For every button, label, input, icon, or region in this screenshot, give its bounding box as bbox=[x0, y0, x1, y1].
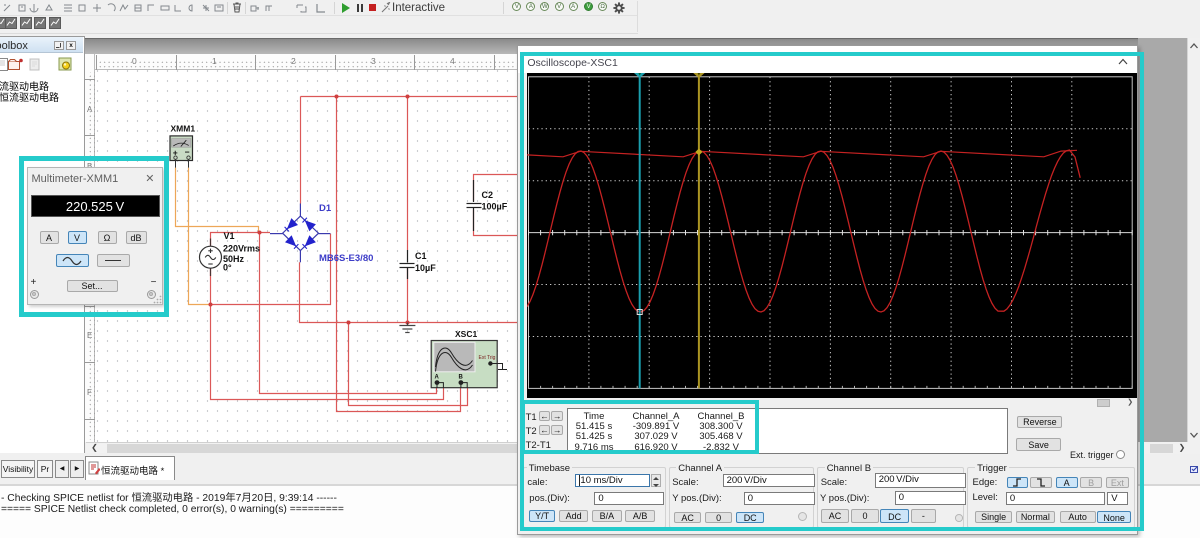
svg-text:XMM1: XMM1 bbox=[171, 124, 196, 134]
svg-text:100µF: 100µF bbox=[482, 202, 508, 212]
svg-text:V1: V1 bbox=[224, 231, 235, 241]
svg-text:0°: 0° bbox=[223, 263, 232, 273]
svg-text:C2: C2 bbox=[482, 190, 494, 200]
svg-text:XSC1: XSC1 bbox=[455, 329, 477, 339]
svg-text:10µF: 10µF bbox=[415, 263, 436, 273]
svg-text:−: − bbox=[185, 147, 190, 157]
svg-text:Ext Trig: Ext Trig bbox=[479, 355, 496, 361]
svg-text:MB6S-E3/80: MB6S-E3/80 bbox=[319, 253, 373, 264]
svg-text:D1: D1 bbox=[319, 203, 332, 214]
svg-text:C1: C1 bbox=[415, 251, 427, 261]
svg-text:B: B bbox=[459, 375, 464, 381]
svg-text:A: A bbox=[435, 375, 440, 381]
svg-text:220Vrms: 220Vrms bbox=[223, 244, 260, 254]
